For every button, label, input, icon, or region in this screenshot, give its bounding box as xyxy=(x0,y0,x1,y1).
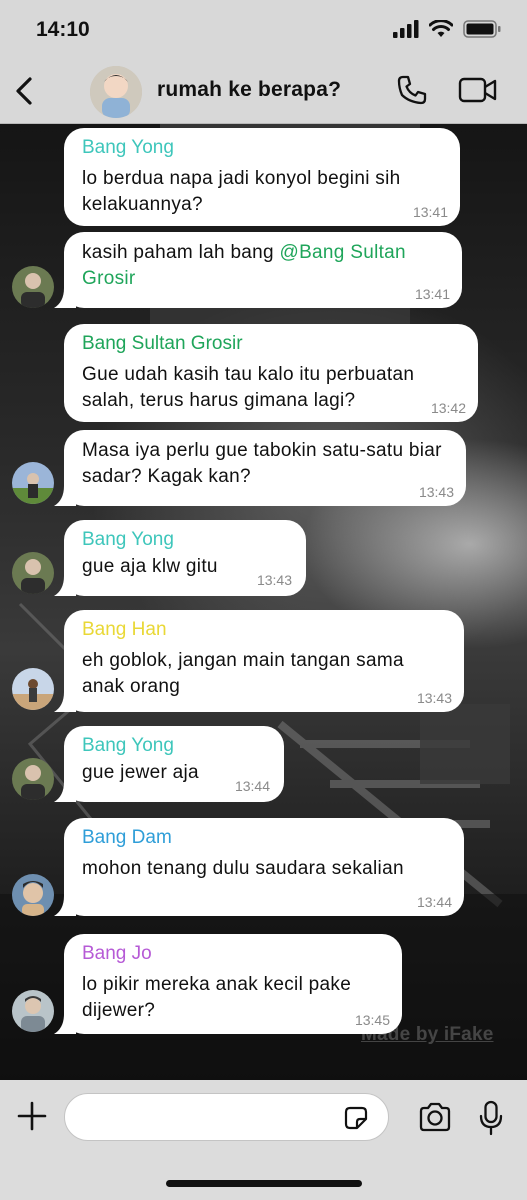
bubble-tail xyxy=(54,486,76,506)
message-time: 13:41 xyxy=(414,286,450,302)
status-bar: 14:10 xyxy=(0,0,527,58)
avatar-photo-icon xyxy=(12,266,54,308)
video-camera-icon xyxy=(458,77,497,103)
attach-button[interactable] xyxy=(16,1100,48,1137)
message-text: Masa iya perlu gue tabokin satu-satu bia… xyxy=(82,440,442,487)
message-bubble[interactable]: Bang Dam mohon tenang dulu saudara sekal… xyxy=(54,818,464,916)
sticker-button[interactable] xyxy=(342,1104,370,1137)
bubble-tail xyxy=(54,782,76,802)
watermark: Made by iFake xyxy=(361,1024,494,1045)
message-input[interactable] xyxy=(64,1093,389,1141)
video-call-button[interactable] xyxy=(458,76,498,109)
bubble-tail xyxy=(54,288,76,308)
chat-background: Bang Yong lo berdua napa jadi konyol beg… xyxy=(0,124,527,1080)
plus-icon xyxy=(17,1101,47,1131)
message-bubble[interactable]: Bang Jo lo pikir mereka anak kecil pake … xyxy=(54,934,402,1034)
message-bubble[interactable]: Bang Yong gue jewer aja 13:44 xyxy=(54,726,284,802)
message-sender: Bang Dam xyxy=(82,827,172,848)
avatar-photo-icon xyxy=(12,874,54,916)
bubble-tail xyxy=(54,576,76,596)
avatar[interactable] xyxy=(12,758,54,800)
avatar-photo-icon xyxy=(12,990,54,1032)
message-text: Gue udah kasih tau kalo itu perbuatan sa… xyxy=(82,364,415,411)
message-time: 13:42 xyxy=(430,400,466,416)
battery-icon xyxy=(463,20,501,38)
phone-icon xyxy=(397,75,427,105)
message-time: 13:41 xyxy=(412,204,448,220)
message-time: 13:43 xyxy=(256,572,292,588)
message-sender: Bang Yong xyxy=(82,137,174,158)
voice-call-button[interactable] xyxy=(396,74,428,111)
message-bubble[interactable]: Bang Sultan Grosir Gue udah kasih tau ka… xyxy=(64,324,478,422)
chevron-left-icon xyxy=(16,77,32,105)
avatar[interactable] xyxy=(12,266,54,308)
message-time: 13:44 xyxy=(234,778,270,794)
camera-button[interactable] xyxy=(418,1102,452,1137)
status-time: 14:10 xyxy=(36,18,90,41)
message-sender: Bang Yong xyxy=(82,529,174,550)
message-bubble[interactable]: Bang Yong gue aja klw gitu 13:43 xyxy=(54,520,306,596)
message-sender: Bang Jo xyxy=(82,943,152,964)
message-bubble[interactable]: Bang Yong lo berdua napa jadi konyol beg… xyxy=(64,128,460,226)
bubble-tail xyxy=(54,1014,76,1034)
avatar[interactable] xyxy=(12,668,54,710)
message-time: 13:43 xyxy=(416,690,452,706)
chat-header: rumah ke berapa? xyxy=(0,58,527,124)
message-text: mohon tenang dulu saudara sekalian xyxy=(82,858,404,879)
message-bubble[interactable]: kasih paham lah bang @Bang Sultan Grosir… xyxy=(54,232,462,308)
avatar-photo-icon xyxy=(12,462,54,504)
message-bubble[interactable]: Masa iya perlu gue tabokin satu-satu bia… xyxy=(54,430,466,506)
message-text: lo pikir mereka anak kecil pake dijewer? xyxy=(82,974,352,1021)
composer-bar xyxy=(0,1080,527,1200)
avatar-photo-icon xyxy=(12,758,54,800)
avatar[interactable] xyxy=(12,990,54,1032)
status-icons xyxy=(393,20,501,38)
message-text: lo berdua napa jadi konyol begini sih ke… xyxy=(82,168,401,215)
avatar[interactable] xyxy=(12,874,54,916)
chat-title[interactable]: rumah ke berapa? xyxy=(157,78,341,102)
group-avatar[interactable] xyxy=(90,66,142,118)
message-time: 13:43 xyxy=(418,484,454,500)
message-time: 13:44 xyxy=(416,894,452,910)
message-sender: Bang Han xyxy=(82,619,167,640)
child-photo-icon xyxy=(90,66,142,118)
wifi-icon xyxy=(429,20,453,37)
signal-icon xyxy=(393,20,419,38)
avatar-photo-icon xyxy=(12,552,54,594)
microphone-icon xyxy=(479,1100,503,1136)
message-text-part: kasih paham lah bang xyxy=(82,242,280,263)
sticker-icon xyxy=(344,1106,368,1130)
avatar[interactable] xyxy=(12,552,54,594)
camera-icon xyxy=(419,1102,451,1132)
back-button[interactable] xyxy=(10,72,38,110)
message-sender: Bang Yong xyxy=(82,735,174,756)
avatar[interactable] xyxy=(12,462,54,504)
message-text: eh goblok, jangan main tangan sama anak … xyxy=(82,650,404,697)
microphone-button[interactable] xyxy=(478,1100,504,1141)
message-text: kasih paham lah bang @Bang Sultan Grosir xyxy=(82,240,448,292)
bubble-tail xyxy=(54,692,76,712)
bubble-tail xyxy=(54,896,76,916)
home-indicator[interactable] xyxy=(166,1180,362,1187)
avatar-photo-icon xyxy=(12,668,54,710)
message-sender: Bang Sultan Grosir xyxy=(82,333,243,354)
message-bubble[interactable]: Bang Han eh goblok, jangan main tangan s… xyxy=(54,610,464,712)
